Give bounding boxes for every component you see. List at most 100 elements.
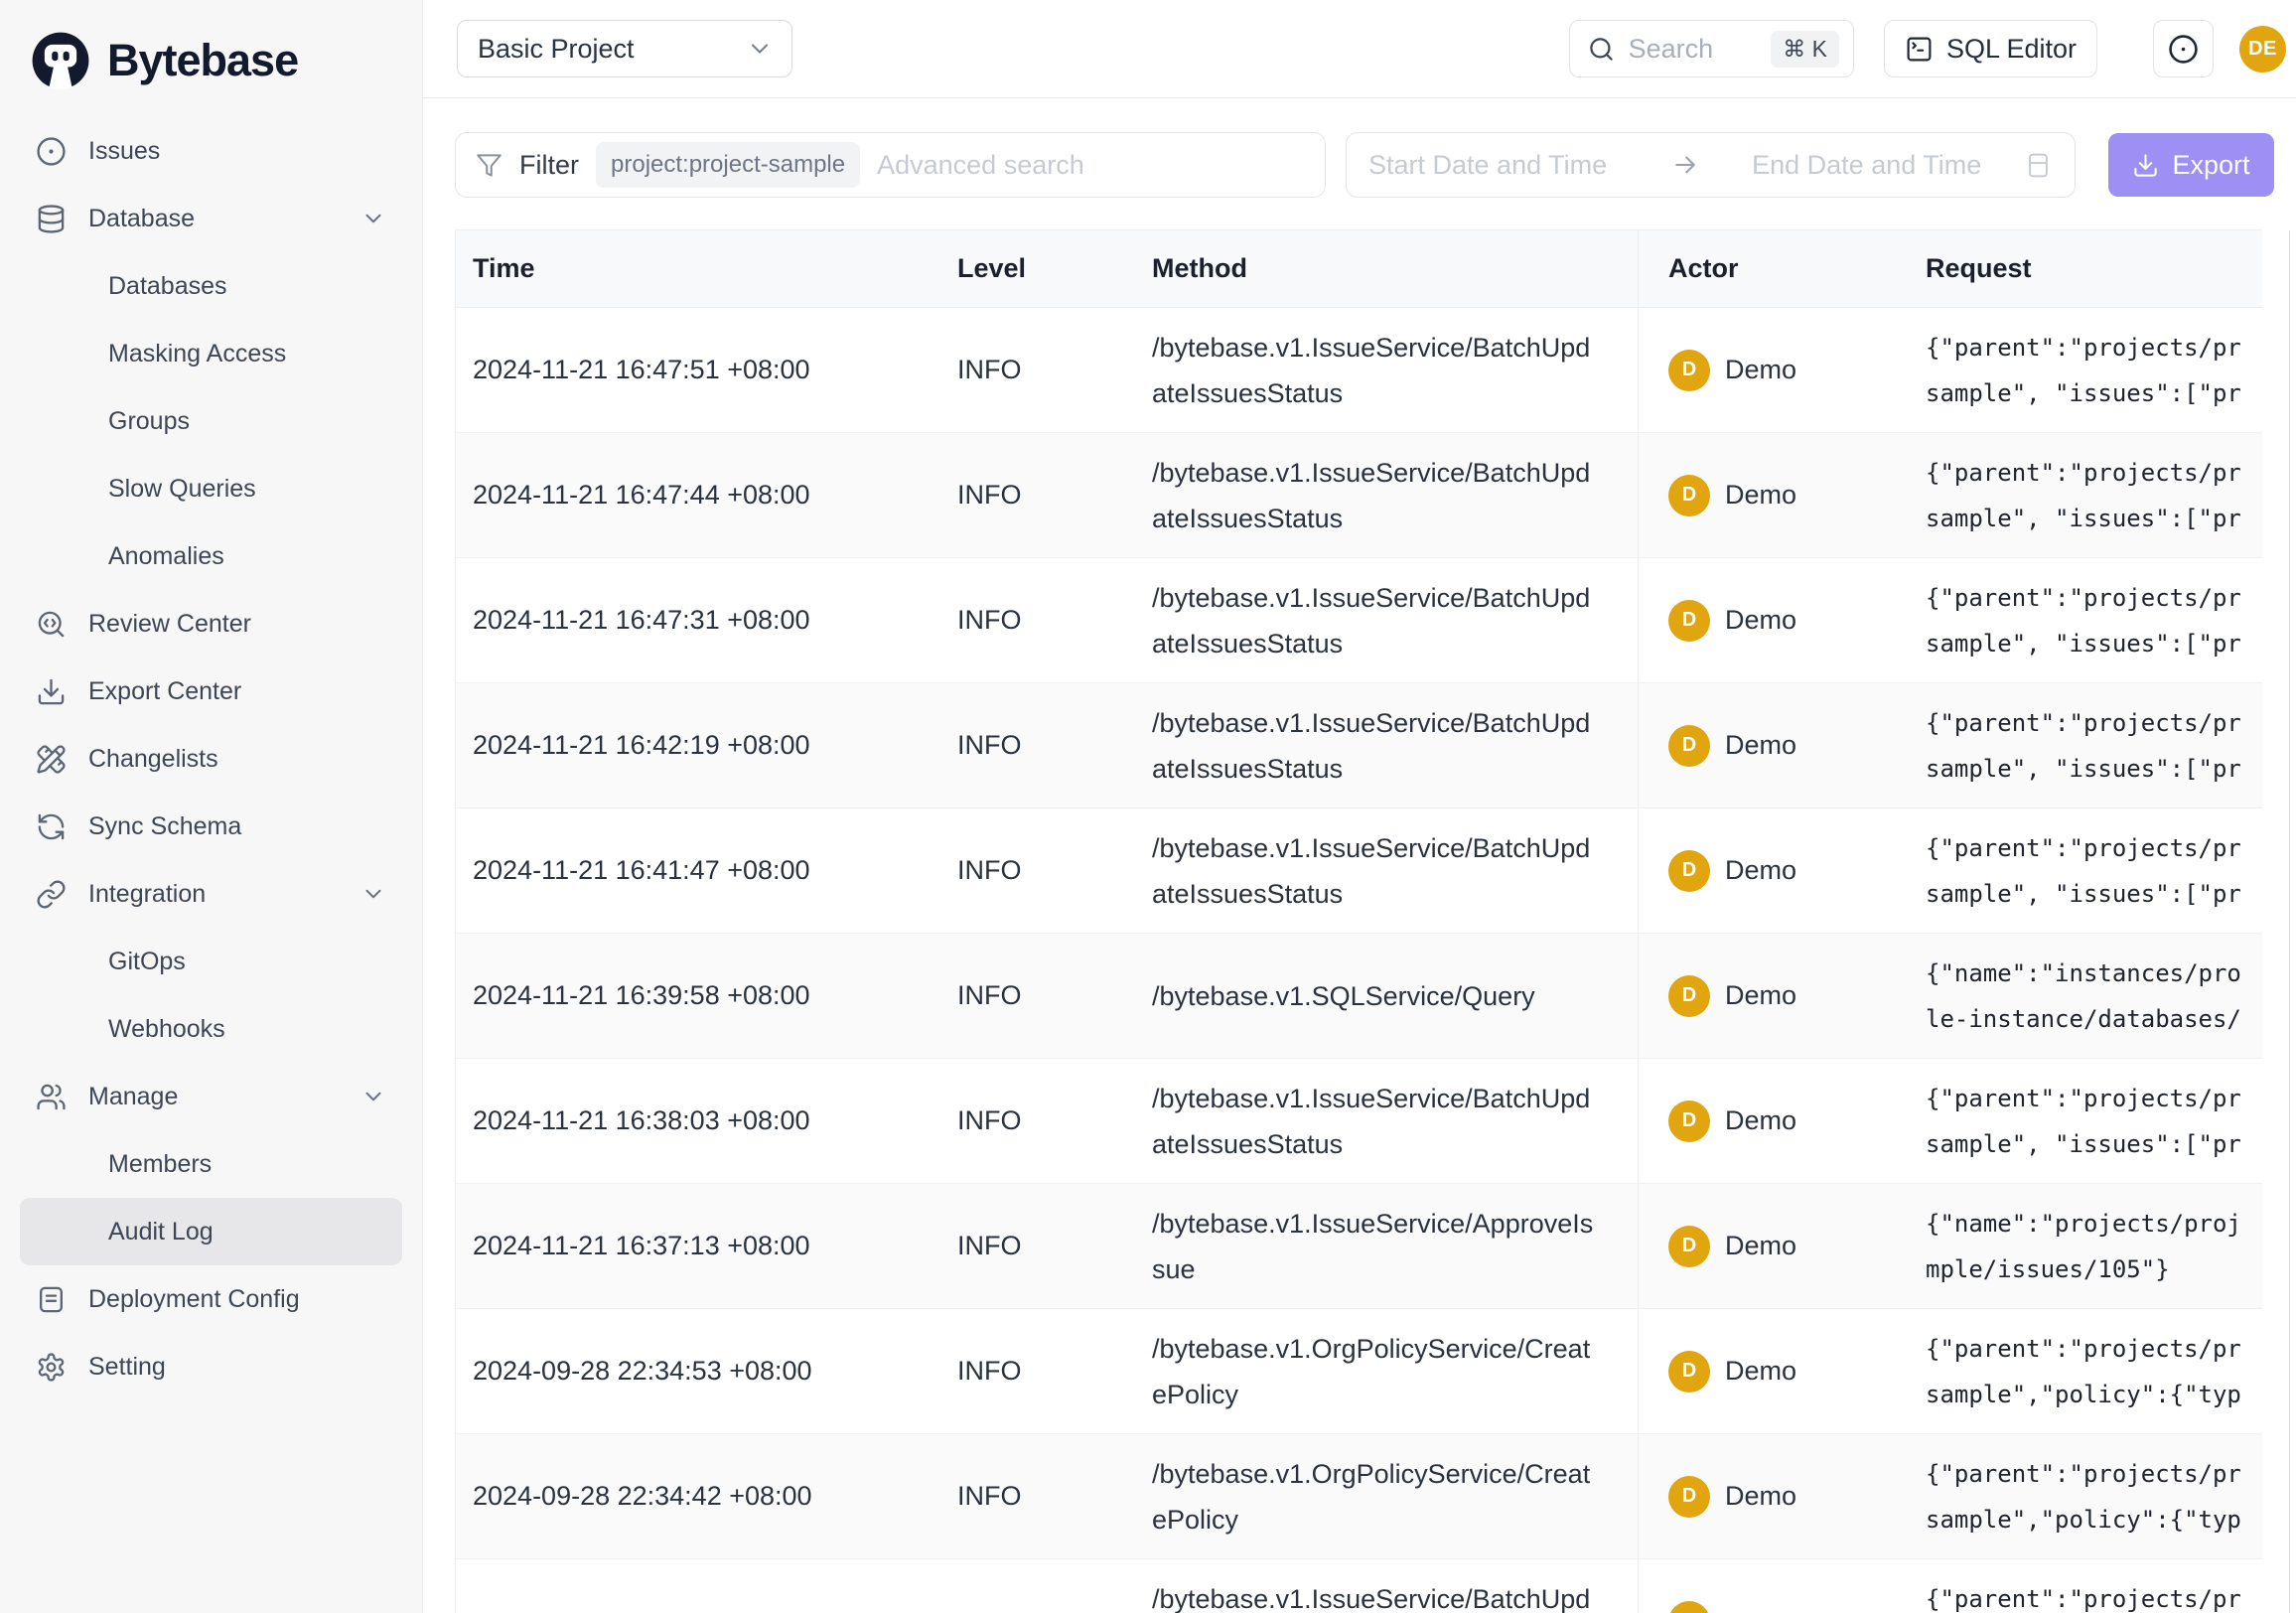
sidebar-item-sync-schema[interactable]: Sync Schema xyxy=(20,793,402,860)
method-line: ateIssuesStatus xyxy=(1152,370,1343,416)
request-line: {"parent":"projects/pr xyxy=(1926,450,2241,496)
cell-level: INFO xyxy=(957,1434,1152,1558)
actor-avatar: D xyxy=(1668,850,1710,892)
table-body: 2024-11-21 16:47:51 +08:00 INFO /bytebas… xyxy=(456,308,2262,1613)
method-line: ateIssuesStatus xyxy=(1152,746,1343,792)
table-header-row: Time Level Method Actor Request xyxy=(456,230,2262,308)
request-line: {"parent":"projects/pr xyxy=(1926,1076,2241,1121)
sidebar-item-gitops[interactable]: GitOps xyxy=(20,928,402,995)
sidebar-item-issues[interactable]: Issues xyxy=(20,117,402,185)
advanced-search-placeholder: Advanced search xyxy=(877,150,1084,181)
export-button[interactable]: Export xyxy=(2108,133,2274,197)
sidebar-item-deployment-config[interactable]: Deployment Config xyxy=(20,1265,402,1333)
method-line: /bytebase.v1.IssueService/ApproveIs xyxy=(1152,1201,1593,1246)
sidebar-item-manage[interactable]: Manage xyxy=(20,1063,402,1130)
circle-dot-icon xyxy=(36,136,67,167)
sidebar-item-audit-log[interactable]: Audit Log xyxy=(20,1198,402,1265)
actor-name: Demo xyxy=(1725,605,1796,636)
sidebar-item-changelists[interactable]: Changelists xyxy=(20,725,402,793)
filter-search-input[interactable]: Filter project:project-sample Advanced s… xyxy=(455,132,1326,198)
cell-method: /bytebase.v1.SQLService/Query xyxy=(1152,934,1638,1058)
cell-request: {"parent":"projects/pr sample", "issues"… xyxy=(1926,1059,2263,1183)
sql-editor-button[interactable]: SQL Editor xyxy=(1884,20,2097,77)
sidebar-item-webhooks[interactable]: Webhooks xyxy=(20,995,402,1063)
column-header-request: Request xyxy=(1926,230,2263,307)
cell-actor: D Demo xyxy=(1638,558,1926,682)
cell-level: INFO xyxy=(957,308,1152,432)
sidebar-item-anomalies[interactable]: Anomalies xyxy=(20,522,402,590)
cell-actor: D Demo xyxy=(1638,934,1926,1058)
sidebar-item-slow-queries[interactable]: Slow Queries xyxy=(20,455,402,522)
column-header-level: Level xyxy=(957,230,1152,307)
sidebar-item-setting[interactable]: Setting xyxy=(20,1333,402,1400)
project-selector-value: Basic Project xyxy=(478,34,635,65)
sidebar: Bytebase Issues Database Databases Maski… xyxy=(0,0,423,1613)
bytebase-logo[interactable]: Bytebase xyxy=(20,26,402,117)
sidebar-item-database[interactable]: Database xyxy=(20,185,402,252)
cell-method: /bytebase.v1.IssueService/BatchUpd ateIs… xyxy=(1152,808,1638,933)
sidebar-item-review-center[interactable]: Review Center xyxy=(20,590,402,658)
request-line: sample", "issues":["pr xyxy=(1926,621,2241,666)
request-line: sample", "issues":["pr xyxy=(1926,746,2241,792)
request-line: {"name":"projects/proj xyxy=(1926,1201,2241,1246)
actor-name: Demo xyxy=(1725,730,1796,761)
bytebase-logo-icon xyxy=(30,30,91,91)
date-range-picker[interactable]: Start Date and Time End Date and Time xyxy=(1346,132,2076,198)
cell-level: INFO xyxy=(957,808,1152,933)
actor-avatar: D xyxy=(1668,975,1710,1017)
table-row: 2024-09-28 22:34:42 +08:00 INFO /bytebas… xyxy=(456,1434,2262,1559)
request-line: {"name":"instances/pro xyxy=(1926,951,2241,996)
sidebar-item-label: Sync Schema xyxy=(88,812,241,841)
scrollbar-track[interactable] xyxy=(2289,230,2290,1613)
cell-actor: D Demo xyxy=(1638,1059,1926,1183)
actor-name: Demo xyxy=(1725,355,1796,385)
request-line: sample", "issues":["pr xyxy=(1926,496,2241,541)
brand-name: Bytebase xyxy=(107,35,298,86)
user-avatar[interactable]: DE xyxy=(2239,26,2286,73)
cell-time: 2024-09-28 22:34:42 +08:00 xyxy=(456,1434,957,1558)
filter-label: Filter xyxy=(519,150,579,181)
cell-level: INFO xyxy=(957,1309,1152,1433)
sidebar-item-export-center[interactable]: Export Center xyxy=(20,658,402,725)
cell-request: {"parent":"projects/pr sample", "issues"… xyxy=(1926,308,2263,432)
filter-chip-project[interactable]: project:project-sample xyxy=(596,142,860,188)
table-row: 2024-09-28 22:34:53 +08:00 INFO /bytebas… xyxy=(456,1309,2262,1434)
cell-actor xyxy=(1638,1559,1926,1613)
sidebar-item-label: Setting xyxy=(88,1353,166,1382)
cell-request: {"parent":"projects/pr sample", "issues"… xyxy=(1926,433,2263,557)
method-line: /bytebase.v1.SQLService/Query xyxy=(1152,973,1535,1019)
cell-method: /bytebase.v1.IssueService/BatchUpd ateIs… xyxy=(1152,558,1638,682)
method-line: /bytebase.v1.IssueService/BatchUpd xyxy=(1152,825,1590,871)
method-line: ePolicy xyxy=(1152,1497,1238,1542)
request-line: sample","policy":{"typ xyxy=(1926,1497,2241,1542)
search-placeholder: Search xyxy=(1629,34,1714,65)
sql-editor-label: SQL Editor xyxy=(1946,34,2077,65)
cell-request: {"parent":"projects/pr sample","policy":… xyxy=(1926,1309,2263,1433)
issue-status-button[interactable] xyxy=(2153,20,2214,77)
chevron-down-icon xyxy=(360,206,386,231)
method-line: sue xyxy=(1152,1246,1196,1292)
sidebar-item-masking-access[interactable]: Masking Access xyxy=(20,320,402,387)
cell-level: INFO xyxy=(957,1059,1152,1183)
cell-request: {"parent":"projects/pr sample", "issues"… xyxy=(1926,808,2263,933)
sidebar-item-groups[interactable]: Groups xyxy=(20,387,402,455)
actor-avatar xyxy=(1668,1601,1710,1613)
sidebar-item-label: Integration xyxy=(88,880,206,909)
column-header-time: Time xyxy=(456,230,957,307)
cell-time xyxy=(456,1559,957,1613)
actor-avatar: D xyxy=(1668,1226,1710,1267)
calendar-icon xyxy=(2024,151,2053,180)
sidebar-item-members[interactable]: Members xyxy=(20,1130,402,1198)
sidebar-item-label: Issues xyxy=(88,137,160,166)
request-line: sample", "issues":["pr xyxy=(1926,1121,2241,1167)
table-row: 2024-11-21 16:47:31 +08:00 INFO /bytebas… xyxy=(456,558,2262,683)
search-button[interactable]: Search ⌘ K xyxy=(1569,20,1854,77)
cell-level: INFO xyxy=(957,683,1152,807)
app-root: Bytebase Issues Database Databases Maski… xyxy=(0,0,2296,1613)
project-selector[interactable]: Basic Project xyxy=(457,20,792,77)
sidebar-item-integration[interactable]: Integration xyxy=(20,860,402,928)
cell-request: {"name":"instances/pro le-instance/datab… xyxy=(1926,934,2263,1058)
cell-method: /bytebase.v1.IssueService/BatchUpd xyxy=(1152,1559,1638,1613)
sidebar-item-databases[interactable]: Databases xyxy=(20,252,402,320)
request-line: sample", "issues":["pr xyxy=(1926,370,2241,416)
